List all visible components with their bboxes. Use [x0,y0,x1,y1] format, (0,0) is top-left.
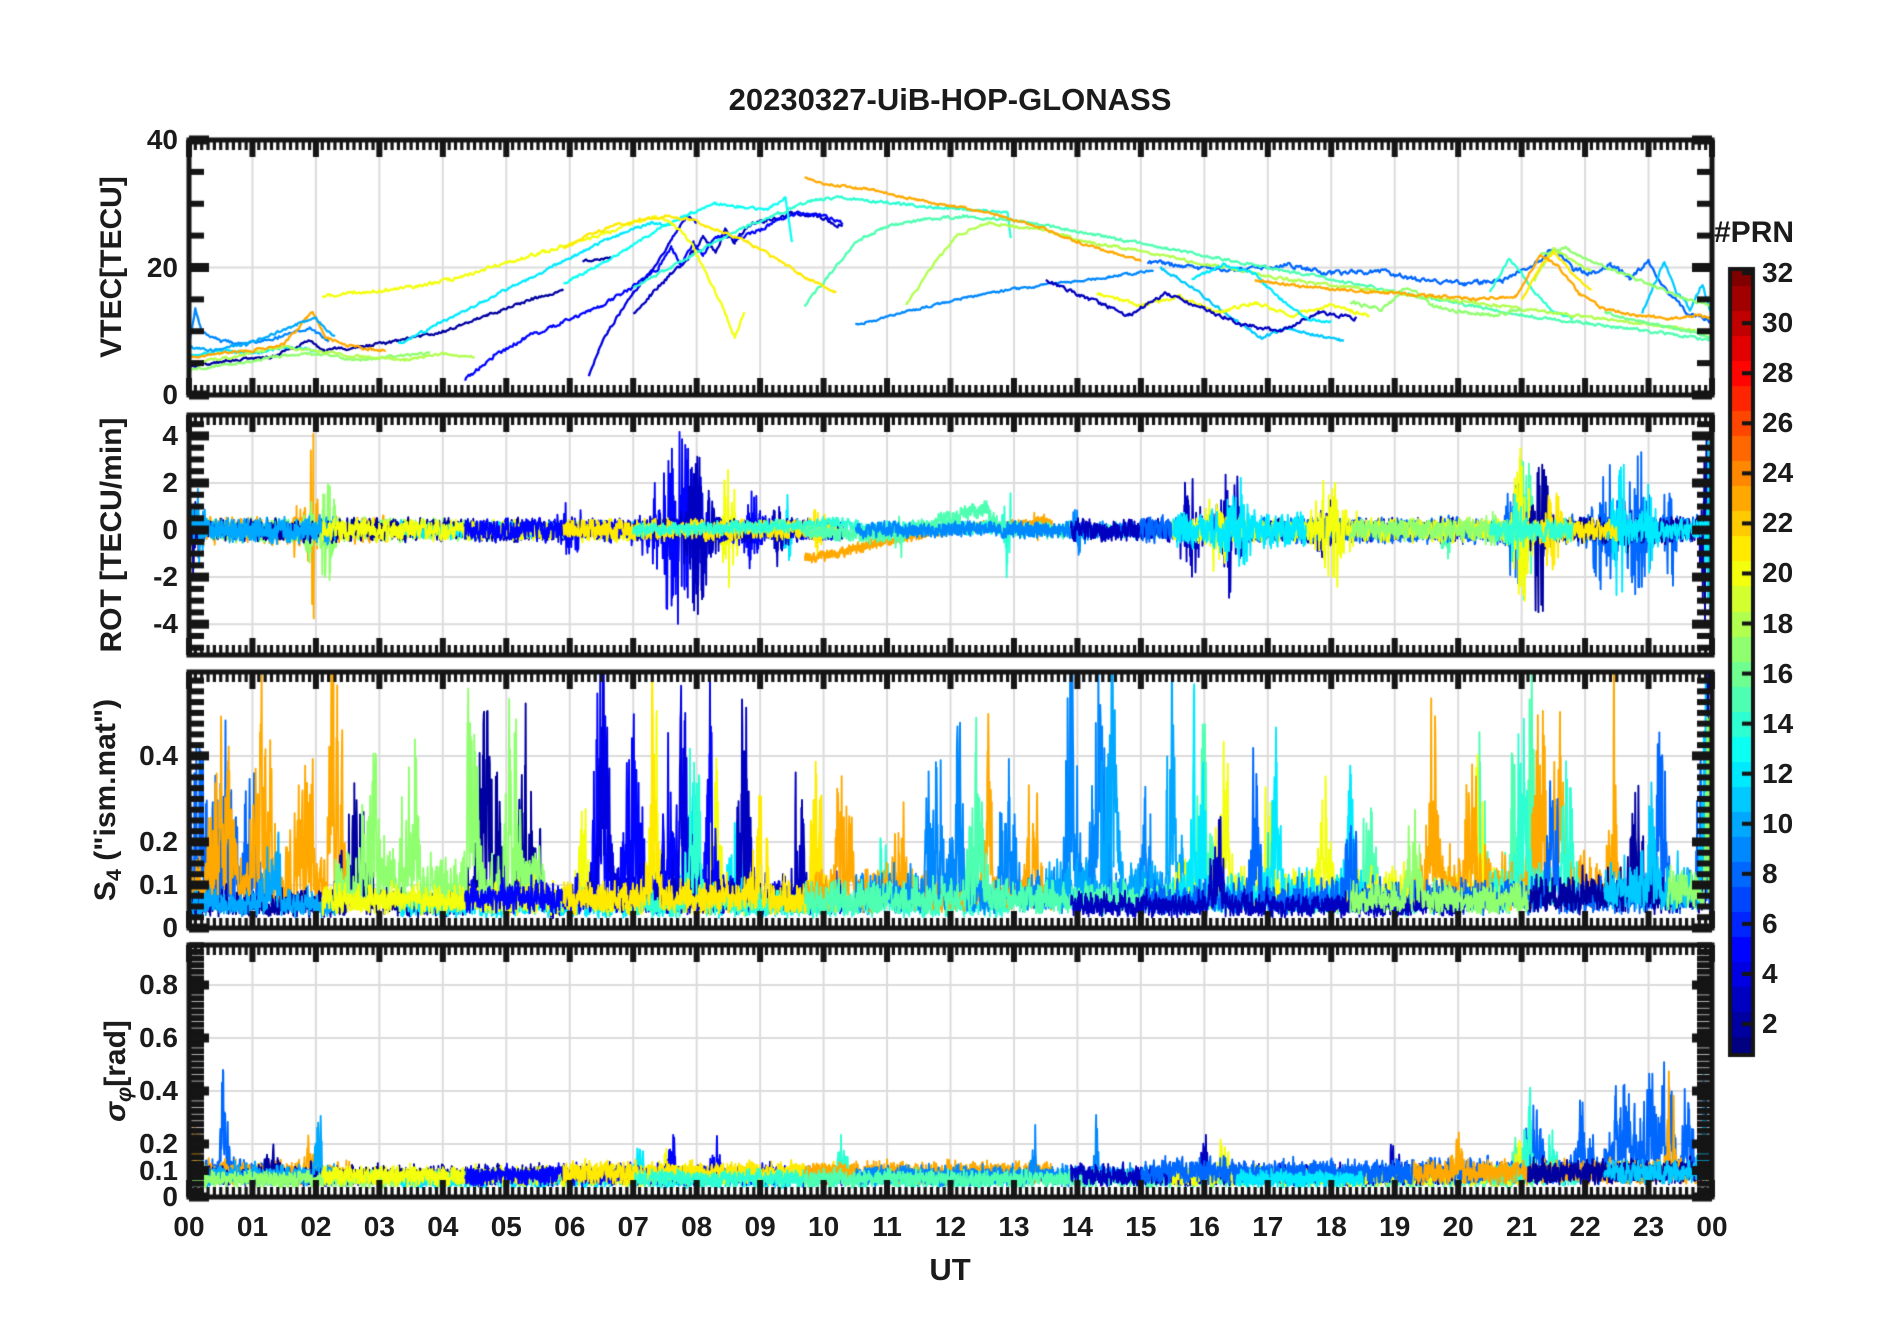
y-tick-label: 0.2 [139,825,178,857]
y-tick-label: 0.1 [139,868,178,900]
y-tick-label: 0 [162,379,178,410]
chart-title: 20230327-UiB-HOP-GLONASS [728,82,1172,117]
y-tick-label: 0.4 [139,739,178,771]
y-tick-label: -4 [153,608,178,640]
y-tick-label: 0.8 [139,969,178,1000]
colorbar-tick-label: 28 [1762,357,1794,389]
x-tick-label: 00 [1696,1211,1728,1242]
y-tick-label: 40 [146,124,178,155]
colorbar-tick-label: 2 [1762,1008,1778,1039]
y-tick-label: 20 [146,251,178,283]
colorbar-tick-label: 26 [1762,407,1794,439]
colorbar-tick-label: 14 [1762,707,1794,739]
y-tick-label: 0.6 [139,1022,178,1053]
colorbar-tick-label: 32 [1762,257,1794,289]
colorbar-tick-label: 10 [1762,807,1794,839]
x-axis-label: UT [929,1252,971,1287]
colorbar-tick-label: 22 [1762,507,1794,539]
colorbar-tick-label: 8 [1762,857,1778,889]
chart-canvas [0,0,1902,1330]
colorbar-title: #PRN [1714,216,1795,249]
y-tick-label: 0.2 [139,1128,178,1159]
colorbar-tick-label: 4 [1762,957,1778,989]
y-tick-label: -2 [153,561,178,593]
colorbar-tick-label: 24 [1762,457,1794,489]
colorbar-tick-label: 20 [1762,557,1794,589]
colorbar-tick-label: 16 [1762,657,1794,689]
y-tick-label: 2 [162,467,178,498]
y-tick-label: 0 [162,514,178,546]
colorbar-tick-label: 30 [1762,307,1794,339]
y-tick-label: 4 [162,419,178,451]
colorbar-tick-label: 18 [1762,607,1794,639]
colorbar-tick-label: 12 [1762,757,1794,789]
glonass-scintillation-figure: 20230327-UiB-HOP-GLONASS VTEC[TECU] ROT … [0,0,1902,1330]
y-tick-label: 0 [162,912,178,943]
colorbar-tick-label: 6 [1762,907,1778,939]
y-tick-label: 0.4 [139,1075,178,1106]
